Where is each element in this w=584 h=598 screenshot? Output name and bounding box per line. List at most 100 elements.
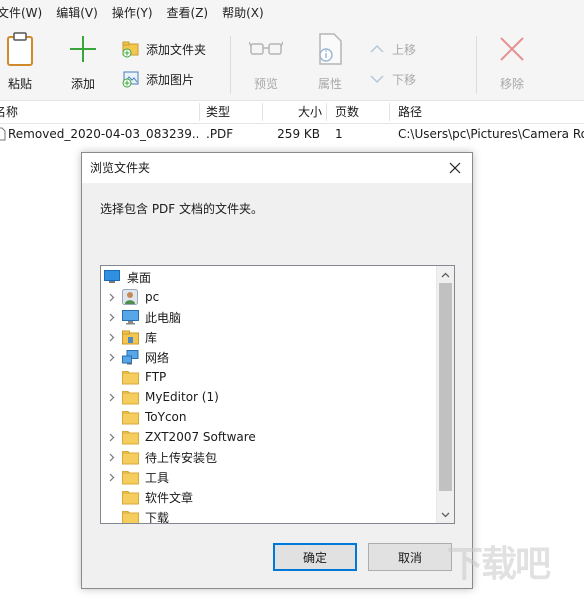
file-type: .PDF <box>206 127 234 141</box>
tree-item[interactable]: 此电脑 <box>101 307 437 327</box>
scroll-down-arrow[interactable] <box>437 506 454 523</box>
folder-icon <box>121 448 139 466</box>
tree-item-label: 网络 <box>145 350 170 365</box>
expand-toggle[interactable] <box>105 327 119 347</box>
tree-item-label: 此电脑 <box>145 310 182 325</box>
chevron-right-icon <box>109 313 115 321</box>
folder-icon <box>121 368 139 386</box>
library-icon <box>121 328 139 346</box>
chevron-right-icon <box>109 333 115 341</box>
tree-item[interactable]: 网络 <box>101 347 437 367</box>
folder-tree[interactable]: 桌面 pc 此电脑库网络 FTP MyEditor (1) ToYcon ZXT2007 S… <box>100 265 455 524</box>
tree-item-label: pc <box>145 290 160 304</box>
add-button[interactable]: 添加 <box>64 32 102 92</box>
menu-file[interactable]: 文件(W) <box>0 4 49 21</box>
menu-edit[interactable]: 编辑(V) <box>49 4 105 21</box>
tree-item-label: ToYcon <box>145 410 187 424</box>
add-folder-button[interactable]: 添加文件夹 <box>122 40 206 58</box>
scroll-up-arrow[interactable] <box>437 266 454 283</box>
file-name: Removed_2020-04-03_083239.... <box>8 127 198 141</box>
computer-icon <box>121 308 139 326</box>
chevron-right-icon <box>109 433 115 441</box>
ok-button[interactable]: 确定 <box>273 543 357 571</box>
folder-icon <box>121 468 139 486</box>
tree-item-label: 桌面 <box>127 270 152 285</box>
plus-icon <box>68 32 98 66</box>
tree-item-label: 工具 <box>145 470 170 485</box>
column-path[interactable]: 路径 <box>398 101 422 123</box>
remove-button[interactable]: 移除 <box>492 32 532 92</box>
dialog-close-button[interactable] <box>438 153 472 183</box>
file-row[interactable]: Removed_2020-04-03_083239.... .PDF 259 K… <box>0 123 584 145</box>
tree-item-label: 软件文章 <box>145 490 194 505</box>
column-divider[interactable] <box>326 103 327 121</box>
column-name[interactable]: 名称 <box>0 101 18 123</box>
chevron-down-icon <box>441 512 450 517</box>
add-image-icon <box>122 70 140 88</box>
chevron-up-icon <box>368 40 386 58</box>
column-type[interactable]: 类型 <box>206 101 230 123</box>
desktop-icon <box>103 268 121 286</box>
tree-item-label: ZXT2007 Software <box>145 430 256 444</box>
tree-item[interactable]: ToYcon <box>101 407 437 427</box>
preview-button[interactable]: 预览 <box>246 32 286 92</box>
column-divider[interactable] <box>389 103 390 121</box>
move-down-button[interactable]: 下移 <box>368 70 416 88</box>
column-divider[interactable] <box>199 103 200 121</box>
column-pages[interactable]: 页数 <box>335 101 359 123</box>
column-size[interactable]: 大小 <box>298 101 322 123</box>
tree-scrollbar[interactable] <box>436 266 454 523</box>
tree-item[interactable]: 软件文章 <box>101 487 437 507</box>
dialog-titlebar[interactable]: 浏览文件夹 <box>82 153 472 183</box>
tree-item[interactable]: 下载 <box>101 507 437 523</box>
paste-button[interactable]: 粘贴 <box>2 32 38 92</box>
file-size: 259 KB <box>277 127 320 141</box>
expand-spacer <box>105 367 119 387</box>
expand-toggle[interactable] <box>105 387 119 407</box>
properties-button[interactable]: 属性 <box>310 32 350 92</box>
expand-toggle[interactable] <box>105 427 119 447</box>
folder-icon <box>121 508 139 523</box>
tree-item[interactable]: 工具 <box>101 467 437 487</box>
glasses-icon <box>249 32 283 66</box>
menu-view[interactable]: 查看(Z) <box>160 4 216 21</box>
file-list-header: 名称 类型 大小 页数 路径 <box>0 101 584 124</box>
expand-spacer <box>105 487 119 507</box>
file-pages: 1 <box>335 127 343 141</box>
expand-toggle[interactable] <box>105 347 119 367</box>
user-icon <box>121 288 139 306</box>
tree-item[interactable]: MyEditor (1) <box>101 387 437 407</box>
add-image-button[interactable]: 添加图片 <box>122 70 194 88</box>
tree-item[interactable]: 库 <box>101 327 437 347</box>
cancel-button[interactable]: 取消 <box>368 543 452 571</box>
scroll-thumb[interactable] <box>439 283 452 491</box>
chevron-up-icon <box>441 272 450 277</box>
tree-item-label: MyEditor (1) <box>145 390 219 404</box>
clipboard-icon <box>5 32 35 66</box>
toolbar-separator <box>230 36 231 94</box>
tree-item-label: 待上传安装包 <box>145 450 218 465</box>
network-icon <box>121 348 139 366</box>
chevron-down-icon <box>368 70 386 88</box>
add-folder-icon <box>122 40 140 58</box>
tree-item[interactable]: ZXT2007 Software <box>101 427 437 447</box>
tree-item-label: FTP <box>145 370 167 384</box>
tree-item[interactable]: FTP <box>101 367 437 387</box>
expand-toggle[interactable] <box>105 447 119 467</box>
expand-toggle[interactable] <box>105 287 119 307</box>
expand-toggle[interactable] <box>105 467 119 487</box>
move-up-button[interactable]: 上移 <box>368 40 416 58</box>
column-divider[interactable] <box>262 103 263 121</box>
dialog-title: 浏览文件夹 <box>90 161 151 175</box>
menu-action[interactable]: 操作(Y) <box>105 4 160 21</box>
folder-icon <box>121 388 139 406</box>
tree-item[interactable]: pc <box>101 287 437 307</box>
expand-toggle[interactable] <box>105 307 119 327</box>
tree-item[interactable]: 桌面 <box>101 267 437 287</box>
menu-help[interactable]: 帮助(X) <box>215 4 271 21</box>
file-icon <box>0 123 6 145</box>
tree-item[interactable]: 待上传安装包 <box>101 447 437 467</box>
chevron-right-icon <box>109 393 115 401</box>
info-document-icon <box>317 32 343 66</box>
menu-bar: 文件(W) 编辑(V) 操作(Y) 查看(Z) 帮助(X) <box>0 0 584 24</box>
